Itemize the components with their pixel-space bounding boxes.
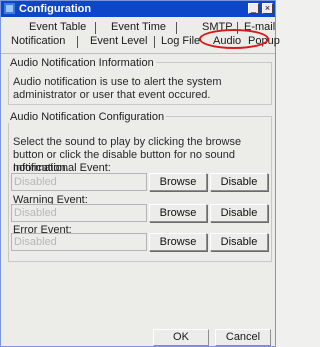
- informational-disable-button[interactable]: Disable: [210, 173, 268, 191]
- error-event-field[interactable]: Disabled: [11, 233, 147, 251]
- app-icon: [4, 3, 15, 14]
- active-tab-highlight: [199, 29, 269, 49]
- warning-event-field[interactable]: Disabled: [11, 204, 147, 222]
- informational-event-field[interactable]: Disabled: [11, 173, 147, 191]
- tab-event-table[interactable]: Event Table: [29, 21, 86, 34]
- info-group-title: Audio Notification Information: [8, 57, 156, 69]
- warning-disable-button[interactable]: Disable: [210, 204, 268, 222]
- minimize-button[interactable]: _: [248, 3, 259, 14]
- info-group-text: Audio notification is use to alert the s…: [13, 76, 222, 101]
- warning-browse-button[interactable]: Browse: [149, 204, 207, 222]
- tab-log-file[interactable]: Log File: [161, 35, 200, 48]
- configuration-window: Configuration _ × Event Table Event Time…: [0, 0, 280, 347]
- informational-browse-button[interactable]: Browse: [149, 173, 207, 191]
- tab-separator: [77, 36, 78, 48]
- ok-button[interactable]: OK: [153, 329, 209, 346]
- tab-event-level[interactable]: Event Level: [90, 35, 147, 48]
- tab-separator: [154, 36, 155, 48]
- tab-notification[interactable]: Notification: [11, 35, 65, 48]
- error-browse-button[interactable]: Browse: [149, 233, 207, 251]
- tab-event-time[interactable]: Event Time: [111, 21, 166, 34]
- title-bar[interactable]: Configuration _ ×: [1, 1, 275, 17]
- close-button[interactable]: ×: [262, 3, 273, 14]
- tab-separator: [95, 22, 96, 34]
- config-group-title: Audio Notification Configuration: [8, 111, 167, 123]
- tab-divider: [1, 53, 275, 54]
- error-disable-button[interactable]: Disable: [210, 233, 268, 251]
- window-title: Configuration: [19, 3, 92, 15]
- cancel-button[interactable]: Cancel: [215, 329, 271, 346]
- tab-separator: [176, 22, 177, 34]
